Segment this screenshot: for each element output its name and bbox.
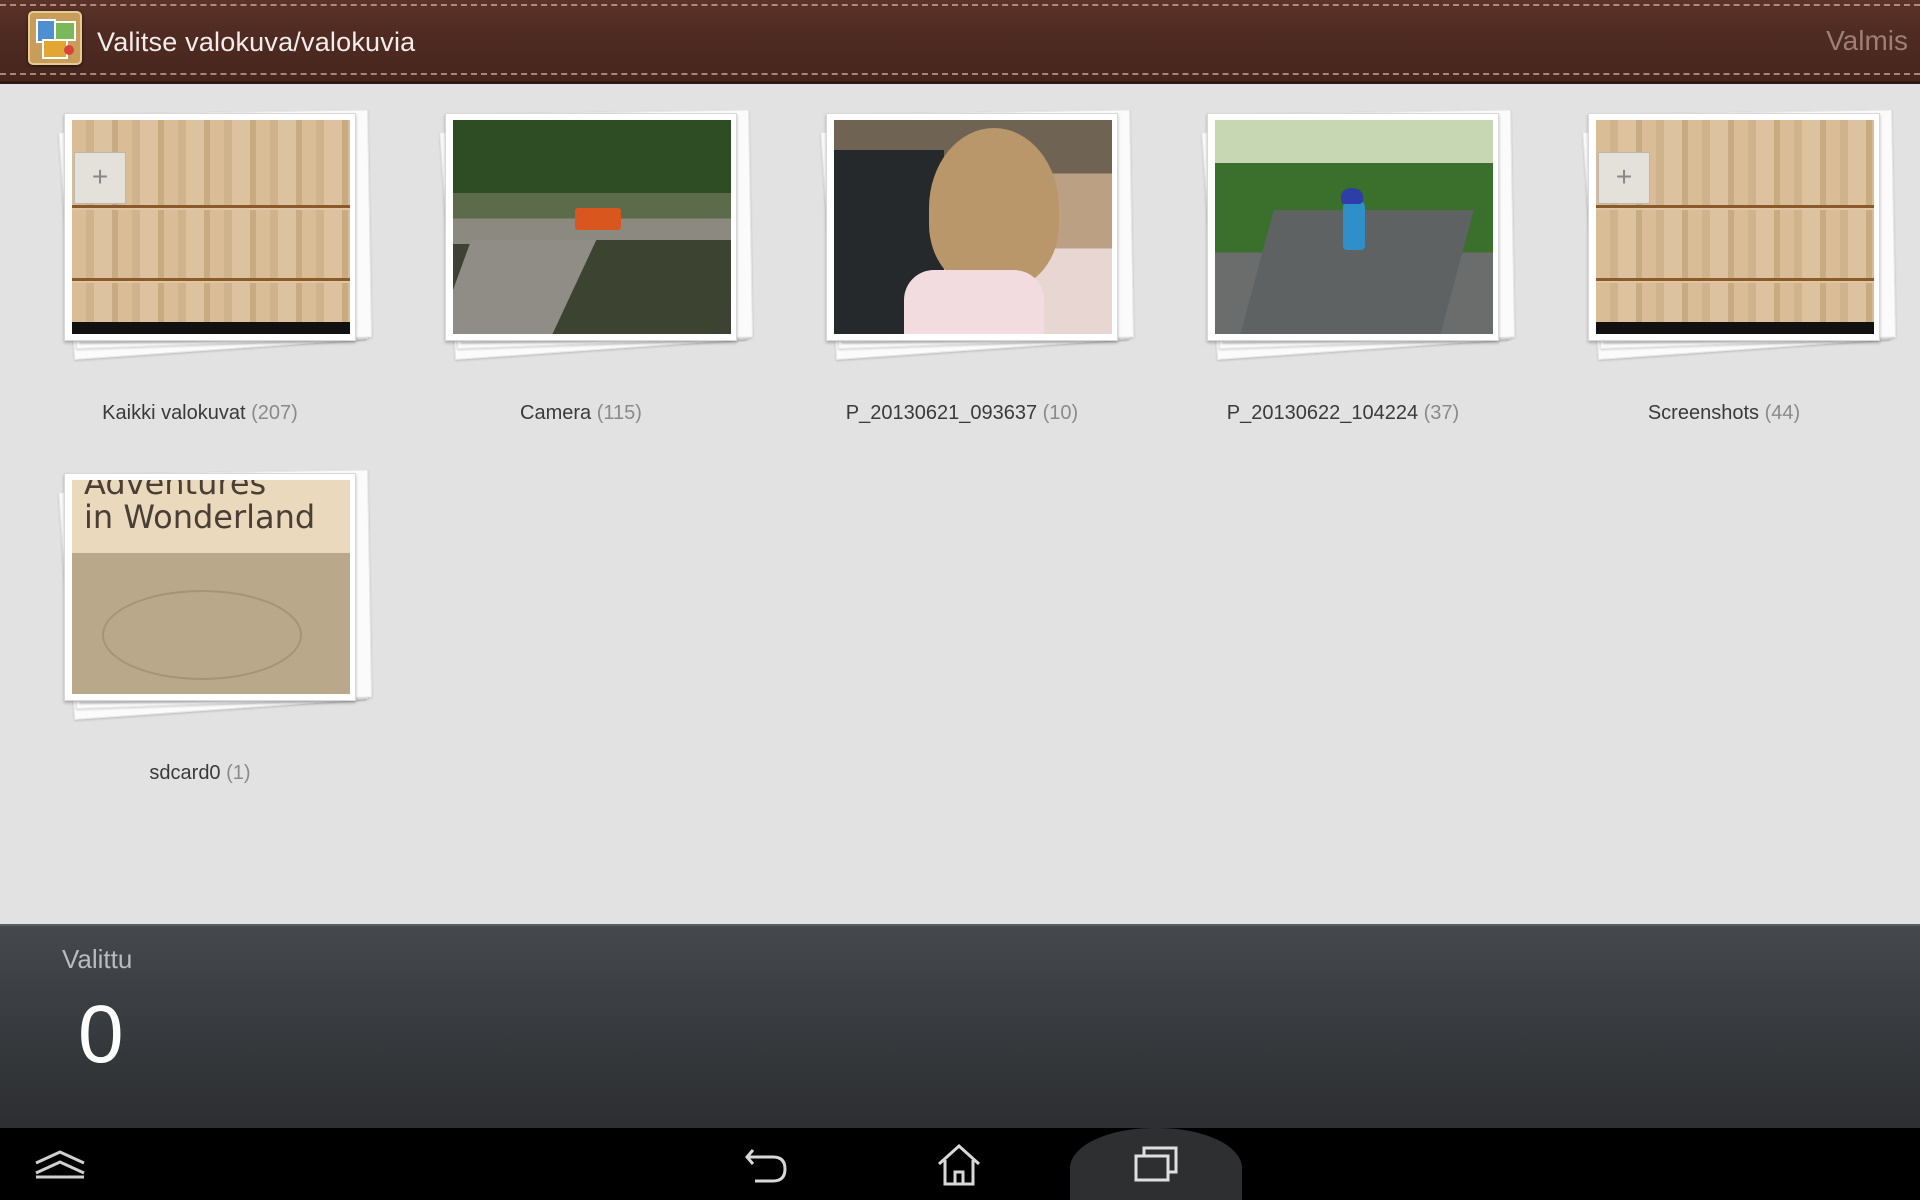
album-name: P_20130621_093637: [845, 402, 1038, 424]
album-name: P_20130622_104224: [1226, 402, 1419, 424]
album-p-20130622[interactable]: P_20130622_104224 (37): [1173, 88, 1515, 424]
album-name: sdcard0: [149, 762, 221, 784]
wood-shelf-screenshot-thumbnail: +: [1596, 120, 1874, 334]
add-icon: +: [74, 152, 126, 204]
back-icon[interactable]: [706, 1128, 826, 1200]
page-title: Valitse valokuva/valokuvia: [97, 27, 416, 57]
system-navbar: [0, 1128, 1920, 1200]
album-thumbnail: [445, 113, 737, 341]
children-photo-thumbnail: [834, 120, 1112, 334]
selection-label: Valittu: [62, 944, 133, 974]
selection-count: 0: [78, 989, 124, 1080]
album-thumbnail: Adventures in Wonderland: [64, 473, 356, 701]
gallery-app-icon[interactable]: [28, 11, 82, 65]
album-thumbnail: [826, 113, 1118, 341]
album-count: (207): [251, 402, 298, 424]
album-thumbnail: [1207, 113, 1499, 341]
album-count: (44): [1764, 402, 1801, 424]
album-label: P_20130621_093637 (10): [792, 402, 1132, 425]
album-screenshots[interactable]: + Screenshots (44): [1554, 88, 1896, 424]
album-count: (10): [1042, 402, 1079, 424]
album-name: Screenshots: [1647, 402, 1760, 424]
album-thumbnail: +: [1588, 113, 1880, 341]
album-sdcard0[interactable]: Adventures in Wonderland sdcard0 (1): [30, 448, 372, 784]
book-title-line-2: in Wonderland: [84, 498, 316, 536]
action-bar: Valitse valokuva/valokuvia Valmis: [0, 0, 1920, 84]
album-label: P_20130622_104224 (37): [1173, 402, 1513, 425]
home-icon[interactable]: [899, 1128, 1019, 1200]
album-camera[interactable]: Camera (115): [411, 88, 753, 424]
header-stitch-bottom: [0, 73, 1920, 75]
done-button[interactable]: Valmis: [1826, 25, 1908, 57]
album-all-photos[interactable]: + Kaikki valokuvat (207): [30, 88, 372, 424]
wood-shelf-screenshot-thumbnail: +: [72, 120, 350, 334]
album-count: (37): [1423, 402, 1460, 424]
album-p-20130621[interactable]: P_20130621_093637 (10): [792, 88, 1134, 424]
book-cover-thumbnail: Adventures in Wonderland: [72, 480, 350, 694]
selection-panel: Valittu 0: [0, 924, 1920, 1128]
header-stitch-top: [0, 4, 1920, 6]
harbor-pier-photo-thumbnail: [453, 120, 731, 334]
album-name: Kaikki valokuvat: [102, 402, 246, 424]
album-label: Screenshots (44): [1554, 402, 1894, 425]
album-name: Camera: [520, 402, 592, 424]
album-thumbnail: +: [64, 113, 356, 341]
album-count: (115): [596, 402, 642, 424]
hide-navbar-icon[interactable]: [0, 1128, 120, 1200]
album-label: Kaikki valokuvat (207): [30, 402, 370, 425]
album-label: sdcard0 (1): [30, 762, 370, 785]
album-label: Camera (115): [411, 402, 751, 425]
recent-apps-icon[interactable]: [1070, 1128, 1242, 1200]
add-icon: +: [1598, 152, 1650, 204]
album-count: (1): [226, 762, 251, 784]
album-grid: + Kaikki valokuvat (207) Camera (115) P_…: [0, 88, 1920, 924]
child-on-bike-photo-thumbnail: [1215, 120, 1493, 334]
